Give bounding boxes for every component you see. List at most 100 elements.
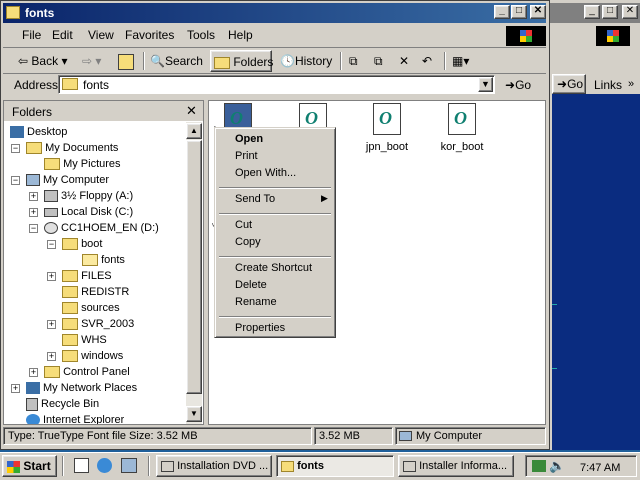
menu-favorites[interactable]: Favorites [125, 28, 174, 42]
up-folder-button[interactable] [118, 50, 137, 72]
menu-edit[interactable]: Edit [52, 28, 73, 42]
bg-maximize-button[interactable]: □ [602, 5, 618, 19]
context-create-shortcut[interactable]: Create Shortcut [235, 262, 312, 274]
task-installer-information[interactable]: Installer Informa... [398, 455, 514, 477]
tree-item-network-places[interactable]: My Network Places [26, 380, 137, 396]
window-icon [403, 460, 416, 472]
close-button[interactable]: ✕ [530, 5, 546, 19]
tree-item-control-panel[interactable]: Control Panel [44, 364, 130, 380]
context-open-with[interactable]: Open With... [235, 167, 296, 179]
task-fonts[interactable]: fonts [276, 455, 394, 477]
window-titlebar[interactable]: fonts _ □ ✕ [3, 3, 546, 23]
bg-links-chevron-icon[interactable]: » [628, 78, 634, 90]
scroll-up-button[interactable]: ▲ [186, 123, 202, 139]
scroll-thumb[interactable] [186, 140, 202, 394]
context-rename[interactable]: Rename [235, 296, 277, 308]
background-window-titlebar[interactable]: _ □ ✕ [550, 3, 640, 23]
address-field[interactable]: fonts ▼ [58, 75, 495, 94]
bg-minimize-button[interactable]: _ [584, 5, 600, 19]
forward-button[interactable]: ⇨ ▾ [82, 50, 101, 72]
tree-item-boot[interactable]: boot [62, 236, 102, 252]
folders-icon [214, 56, 230, 69]
context-print[interactable]: Print [235, 150, 258, 162]
delete-button[interactable]: ✕ [399, 50, 409, 72]
context-copy[interactable]: Copy [235, 236, 261, 248]
computer-icon [26, 174, 40, 187]
close-pane-icon[interactable]: ✕ [186, 103, 197, 119]
pictures-folder-icon [44, 158, 60, 171]
tree-expander[interactable]: + [29, 368, 38, 377]
tree-expander[interactable]: − [11, 176, 20, 185]
folder-icon [62, 270, 78, 283]
file-label[interactable]: jpn_boot [352, 141, 422, 153]
file-label[interactable]: kor_boot [427, 141, 497, 153]
font-file-icon[interactable] [448, 103, 476, 135]
tree-expander[interactable]: − [11, 144, 20, 153]
tree-item-recycle-bin[interactable]: Recycle Bin [26, 396, 99, 412]
context-delete[interactable]: Delete [235, 279, 267, 291]
move-to-button[interactable]: ⧉ [349, 50, 358, 72]
menu-help[interactable]: Help [228, 28, 253, 42]
tree-item-files[interactable]: FILES [62, 268, 112, 284]
tree-item-my-computer[interactable]: My Computer [26, 172, 109, 188]
address-go-button[interactable]: ➜Go [505, 78, 531, 92]
undo-button[interactable]: ↶ [422, 50, 432, 72]
network-tray-icon[interactable] [532, 460, 546, 473]
tree-expander[interactable]: − [29, 224, 38, 233]
context-properties[interactable]: Properties [235, 322, 285, 334]
tree-expander[interactable]: + [47, 272, 56, 281]
speaker-icon[interactable]: 🔈 [549, 458, 565, 473]
context-separator [219, 316, 331, 318]
back-button[interactable]: ⇦ Back ▾ [18, 50, 67, 72]
menu-view[interactable]: View [88, 28, 114, 42]
bg-close-button[interactable]: ✕ [622, 5, 638, 19]
menu-file[interactable]: File [22, 28, 41, 42]
font-file-icon[interactable] [373, 103, 401, 135]
tree-item-dvd-drive[interactable]: CC1HOEM_EN (D:) [44, 220, 159, 236]
context-open[interactable]: Open [235, 133, 263, 145]
tree-expander[interactable]: − [47, 240, 56, 249]
tree-expander[interactable]: + [29, 208, 38, 217]
internet-explorer-icon[interactable] [97, 458, 112, 473]
tree-item-svr-2003[interactable]: SVR_2003 [62, 316, 134, 332]
folder-icon [62, 318, 78, 331]
context-send-to[interactable]: Send To [235, 193, 275, 205]
folders-button[interactable]: Folders [210, 50, 273, 72]
status-zone: My Computer [395, 427, 546, 445]
bg-go-button[interactable]: ➜Go [552, 74, 586, 94]
tree-item-local-disk[interactable]: Local Disk (C:) [44, 204, 133, 220]
tree-expander[interactable]: + [47, 320, 56, 329]
tree-expander[interactable]: + [29, 192, 38, 201]
tree-item-desktop[interactable]: Desktop [10, 124, 67, 140]
show-desktop-icon[interactable] [74, 458, 89, 473]
tree-item-floppy[interactable]: 3½ Floppy (A:) [44, 188, 133, 204]
history-button[interactable]: 🕓History [280, 50, 332, 72]
search-button[interactable]: 🔍Search [150, 50, 203, 72]
tree-expander[interactable]: + [47, 352, 56, 361]
tree-expander[interactable]: + [11, 384, 20, 393]
tree-item-internet-explorer[interactable]: Internet Explorer [26, 412, 124, 424]
tree-item-fonts[interactable]: fonts [82, 252, 125, 268]
tree-item-redistr[interactable]: REDISTR [62, 284, 129, 300]
hard-disk-icon [44, 207, 58, 217]
tree-item-sources[interactable]: sources [62, 300, 120, 316]
tree-item-whs[interactable]: WHS [62, 332, 107, 348]
tree-item-my-documents[interactable]: My Documents [26, 140, 118, 156]
start-button[interactable]: Start [2, 455, 57, 477]
scroll-down-button[interactable]: ▼ [186, 406, 202, 422]
tree-item-windows[interactable]: windows [62, 348, 123, 364]
task-installation-dvd[interactable]: Installation DVD ... [156, 455, 272, 477]
bg-links-label[interactable]: Links [594, 78, 622, 92]
copy-to-button[interactable]: ⧉ [374, 50, 383, 72]
minimize-button[interactable]: _ [494, 5, 510, 19]
address-dropdown-button[interactable]: ▼ [478, 77, 493, 92]
context-menu: Open Print Open With... Send To ▶ Cut Co… [214, 127, 336, 338]
context-cut[interactable]: Cut [235, 219, 252, 231]
tree-item-my-pictures[interactable]: My Pictures [44, 156, 121, 172]
maximize-button[interactable]: □ [511, 5, 527, 19]
explorer-quicklaunch-icon[interactable] [121, 458, 137, 473]
menu-tools[interactable]: Tools [187, 28, 215, 42]
views-button[interactable]: ▦▾ [452, 50, 469, 72]
folder-icon [62, 286, 78, 299]
clock[interactable]: 7:47 AM [580, 458, 620, 476]
